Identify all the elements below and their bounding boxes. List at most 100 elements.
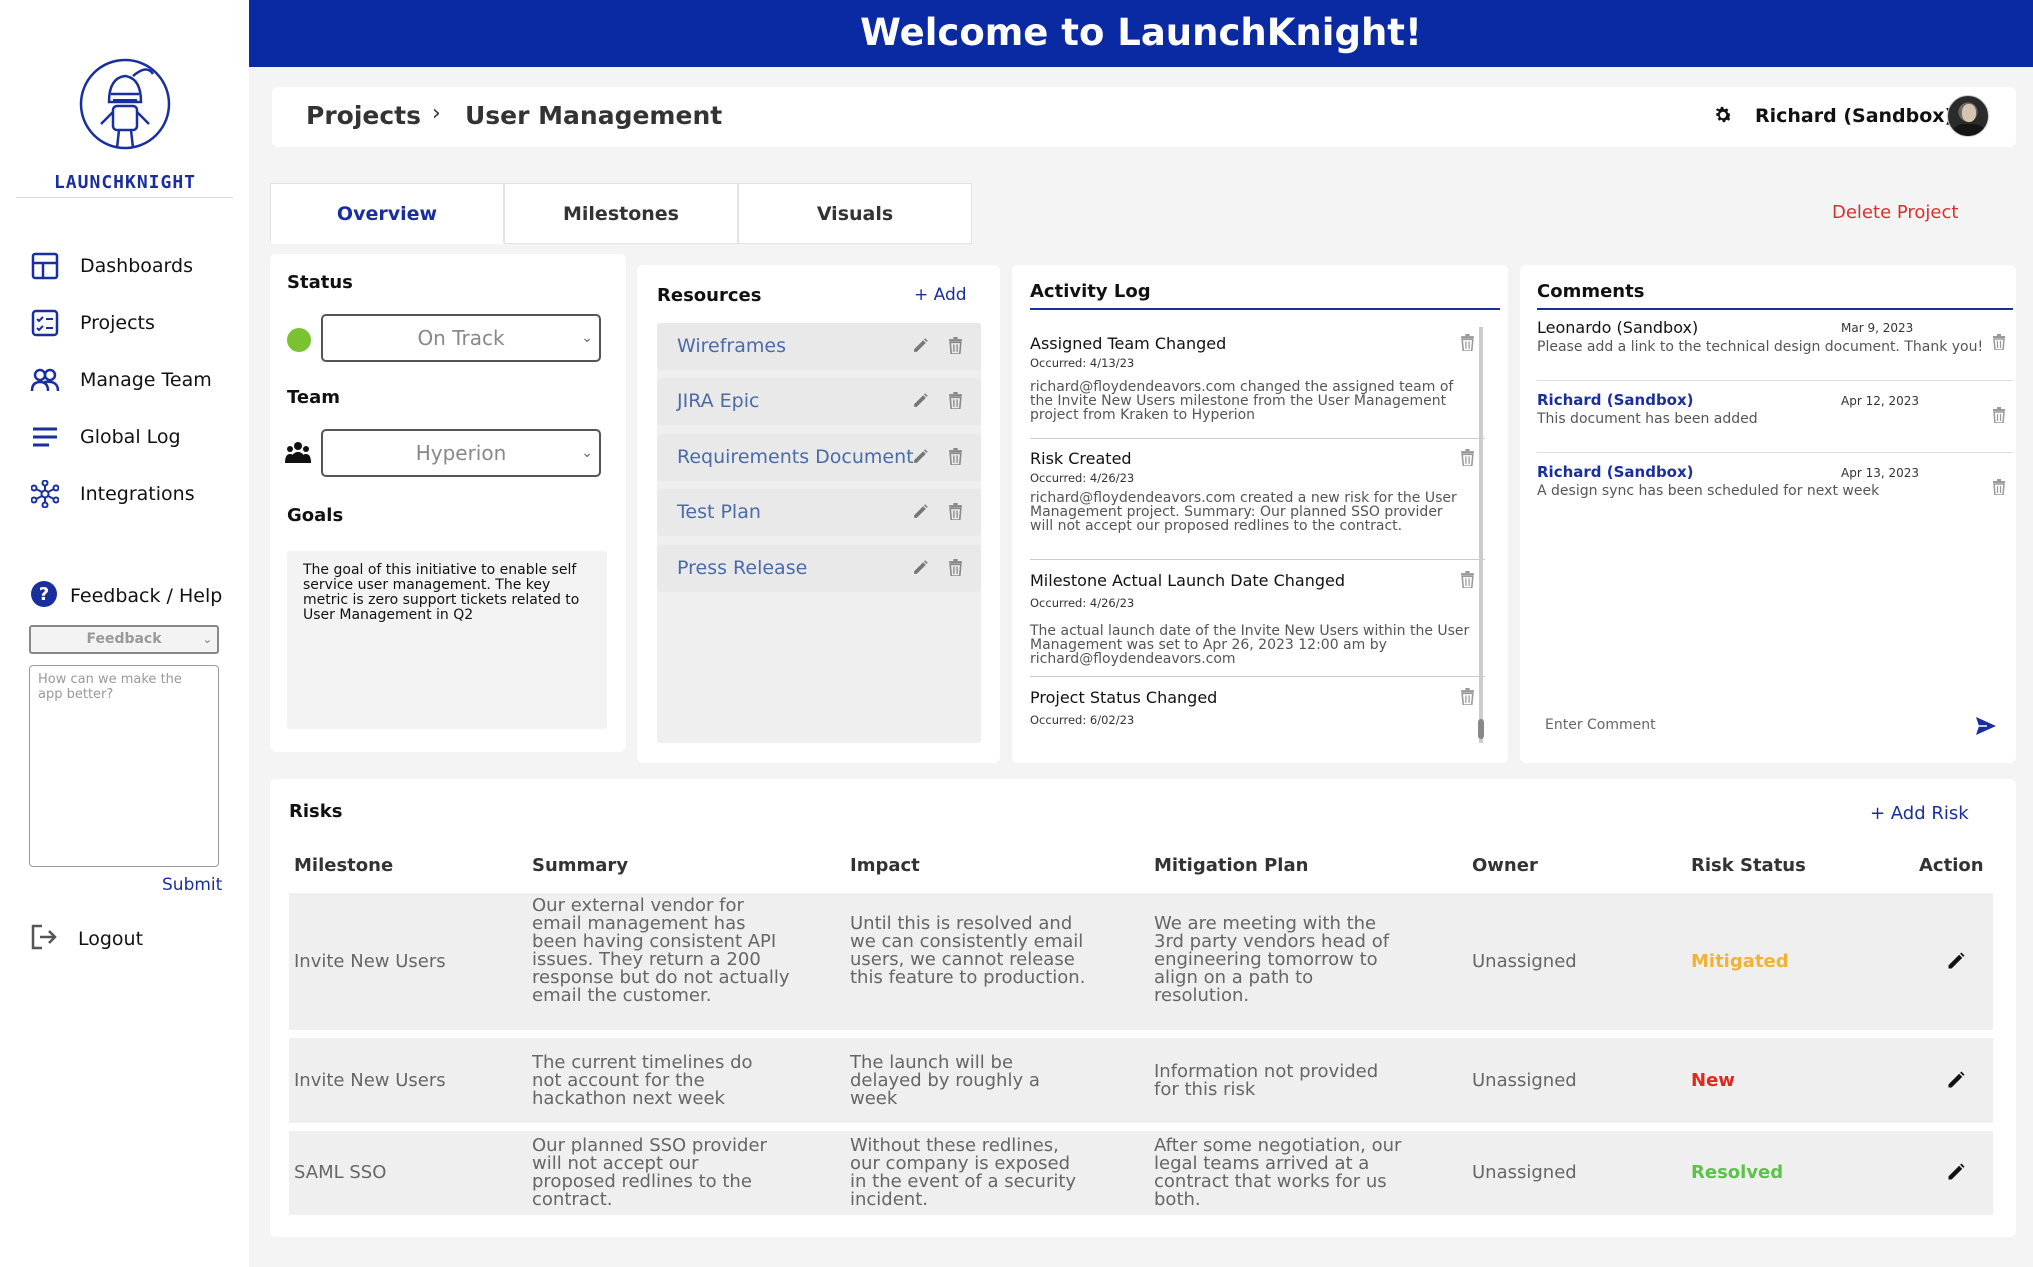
trash-icon[interactable] bbox=[1460, 571, 1475, 592]
pencil-icon[interactable] bbox=[1946, 1070, 1966, 1094]
comment-author: Richard (Sandbox) bbox=[1537, 463, 1694, 481]
feedback-submit-button[interactable]: Submit bbox=[162, 875, 222, 895]
add-risk-button[interactable]: + Add Risk bbox=[1870, 803, 1969, 824]
trash-icon[interactable] bbox=[1460, 334, 1475, 355]
feedback-help-label: Feedback / Help bbox=[70, 585, 223, 607]
resource-link[interactable]: Requirements Document bbox=[677, 446, 914, 468]
activity-heading: Assigned Team Changed bbox=[1030, 334, 1227, 353]
trash-icon[interactable] bbox=[1992, 407, 2006, 427]
sidebar-item-manage-team[interactable]: Manage Team bbox=[30, 360, 240, 400]
risk-mitigation: We are meeting with the 3rd party vendor… bbox=[1154, 913, 1390, 1006]
team-select[interactable]: Hyperion ⌄ bbox=[321, 429, 601, 477]
risk-owner: Unassigned bbox=[1472, 951, 1577, 972]
resource-link[interactable]: JIRA Epic bbox=[677, 390, 759, 412]
risk-milestone: SAML SSO bbox=[294, 1162, 387, 1183]
trash-icon[interactable] bbox=[1992, 334, 2006, 354]
resource-link[interactable]: Wireframes bbox=[677, 335, 786, 357]
send-icon[interactable] bbox=[1975, 716, 1997, 740]
trash-icon[interactable] bbox=[948, 448, 963, 469]
trash-icon[interactable] bbox=[948, 559, 963, 580]
trash-icon[interactable] bbox=[948, 503, 963, 524]
status-select[interactable]: On Track ⌄ bbox=[321, 314, 601, 362]
user-name[interactable]: Richard (Sandbox) bbox=[1755, 105, 1953, 127]
pencil-icon[interactable] bbox=[1946, 1162, 1966, 1186]
status-indicator bbox=[287, 328, 311, 352]
table-row: Invite New Users Our external vendor for… bbox=[289, 893, 1993, 1030]
comment-item: Leonardo (Sandbox) Mar 9, 2023 Please ad… bbox=[1537, 318, 2007, 355]
logo[interactable]: LAUNCHKNIGHT bbox=[40, 54, 210, 193]
sidebar-item-dashboards[interactable]: Dashboards bbox=[30, 246, 240, 286]
resource-item[interactable]: Wireframes bbox=[657, 323, 981, 370]
activity-date: Occurred: 4/26/23 bbox=[1030, 471, 1135, 485]
comment-date: Apr 12, 2023 bbox=[1841, 394, 1920, 408]
column-header-risk-status: Risk Status bbox=[1691, 855, 1806, 876]
resource-item[interactable]: Test Plan bbox=[657, 489, 981, 536]
risk-status: Mitigated bbox=[1691, 951, 1789, 972]
risk-impact: The launch will be delayed by roughly a … bbox=[850, 1052, 1040, 1109]
tab-milestones[interactable]: Milestones bbox=[504, 183, 738, 244]
logout-label: Logout bbox=[78, 928, 144, 950]
sidebar-divider bbox=[16, 197, 233, 198]
delete-project-button[interactable]: Delete Project bbox=[1832, 202, 1958, 223]
trash-icon[interactable] bbox=[1460, 449, 1475, 470]
feedback-textarea[interactable]: How can we make the app better? bbox=[29, 665, 219, 867]
resource-item[interactable]: Requirements Document bbox=[657, 434, 981, 481]
trash-icon[interactable] bbox=[1992, 479, 2006, 499]
activity-divider bbox=[1030, 676, 1485, 677]
pencil-icon[interactable] bbox=[912, 392, 929, 413]
tab-overview[interactable]: Overview bbox=[270, 183, 504, 244]
pencil-icon[interactable] bbox=[912, 559, 929, 580]
resources-title: Resources bbox=[657, 285, 762, 306]
logout-button[interactable]: Logout bbox=[30, 924, 143, 954]
goals-text[interactable]: The goal of this initiative to enable se… bbox=[287, 551, 607, 729]
network-icon bbox=[30, 479, 60, 509]
activity-entry: Risk Created Occurred: 4/26/23 richard@f… bbox=[1030, 449, 1474, 533]
svg-text:?: ? bbox=[39, 584, 49, 605]
comment-text: This document has been added bbox=[1537, 411, 1758, 427]
list-lines-icon bbox=[30, 422, 60, 452]
risk-status: New bbox=[1691, 1070, 1735, 1091]
trash-icon[interactable] bbox=[948, 392, 963, 413]
comment-input[interactable]: Enter Comment bbox=[1545, 717, 1656, 733]
avatar[interactable] bbox=[1947, 95, 1989, 137]
avatar-face bbox=[1962, 104, 1976, 122]
column-header-mitigation: Mitigation Plan bbox=[1154, 855, 1309, 876]
scrollbar-thumb[interactable] bbox=[1478, 719, 1484, 739]
sidebar-item-projects[interactable]: Projects bbox=[30, 303, 240, 343]
tab-visuals[interactable]: Visuals bbox=[738, 183, 972, 244]
trash-icon[interactable] bbox=[948, 337, 963, 358]
pencil-icon[interactable] bbox=[912, 337, 929, 358]
activity-divider bbox=[1030, 559, 1485, 560]
project-tabs: Overview Milestones Visuals bbox=[270, 183, 972, 244]
status-card: Status On Track ⌄ Team Hyperion ⌄ Goals … bbox=[270, 254, 626, 752]
column-header-summary: Summary bbox=[532, 855, 629, 876]
risks-card: Risks + Add Risk Milestone Summary Impac… bbox=[270, 779, 2016, 1237]
feedback-help-heading[interactable]: ? Feedback / Help bbox=[30, 580, 222, 612]
activity-divider bbox=[1030, 438, 1485, 439]
pencil-icon[interactable] bbox=[912, 448, 929, 469]
comment-author: Richard (Sandbox) bbox=[1537, 391, 1694, 409]
risk-impact: Until this is resolved and we can consis… bbox=[850, 913, 1086, 988]
trash-icon[interactable] bbox=[1460, 688, 1475, 709]
activity-date: Occurred: 4/26/23 bbox=[1030, 596, 1135, 610]
activity-scrollbar[interactable] bbox=[1478, 327, 1484, 743]
feedback-type-select[interactable]: Feedback ⌄ bbox=[29, 625, 219, 654]
sidebar-item-integrations[interactable]: Integrations bbox=[30, 474, 240, 514]
resource-link[interactable]: Press Release bbox=[677, 557, 807, 579]
add-resource-button[interactable]: + Add bbox=[914, 285, 967, 305]
pencil-icon[interactable] bbox=[912, 503, 929, 524]
comment-date: Apr 13, 2023 bbox=[1841, 466, 1920, 480]
resource-link[interactable]: Test Plan bbox=[677, 501, 761, 523]
resource-item[interactable]: JIRA Epic bbox=[657, 378, 981, 425]
breadcrumb-projects[interactable]: Projects bbox=[306, 101, 421, 130]
risk-summary: The current timelines do not account for… bbox=[532, 1052, 753, 1109]
knight-logo-icon bbox=[79, 58, 171, 150]
gear-icon[interactable] bbox=[1712, 104, 1734, 130]
comment-text: Please add a link to the technical desig… bbox=[1537, 339, 1984, 355]
resource-item[interactable]: Press Release bbox=[657, 545, 981, 592]
comment-text: A design sync has been scheduled for nex… bbox=[1537, 483, 1880, 499]
pencil-icon[interactable] bbox=[1946, 951, 1966, 975]
sidebar-item-global-log[interactable]: Global Log bbox=[30, 417, 240, 457]
activity-log-card: Activity Log Assigned Team Changed Occur… bbox=[1012, 265, 1508, 763]
activity-heading: Risk Created bbox=[1030, 449, 1132, 468]
